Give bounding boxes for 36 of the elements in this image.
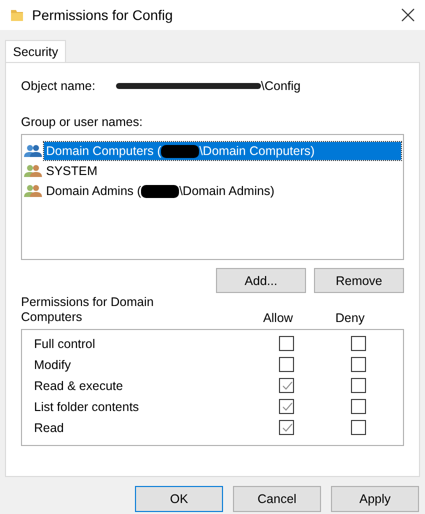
window-title: Permissions for Config [32, 7, 174, 23]
group-list-item[interactable]: Domain Computers ( \Domain Computers) [44, 142, 401, 160]
permissions-label: Permissions for Domain Computers [21, 295, 155, 325]
allow-checkbox[interactable] [279, 336, 294, 351]
deny-checkbox[interactable] [351, 336, 366, 351]
deny-checkbox[interactable] [351, 399, 366, 414]
tab[interactable]: Security [5, 40, 66, 62]
users-icon [24, 144, 42, 158]
deny-checkbox[interactable] [351, 420, 366, 435]
allow-checkbox[interactable] [279, 357, 294, 372]
permission-name: Read [34, 420, 65, 434]
object-name-label: Object name: [21, 79, 96, 93]
allow-checkbox[interactable] [279, 399, 294, 414]
group-list-label: Group or user names: [21, 115, 144, 129]
users-icon [24, 184, 42, 198]
object-name-value: \Config [261, 79, 301, 93]
folder-icon [10, 8, 24, 22]
group-list-item[interactable]: Domain Admins ( \Domain Admins) [44, 182, 401, 200]
dialog-button[interactable]: Apply [331, 486, 419, 512]
add-button[interactable]: Add... [216, 268, 306, 293]
permission-name: Full control [34, 336, 96, 350]
allow-checkbox[interactable] [279, 378, 294, 393]
permission-name: List folder contents [34, 400, 140, 414]
dialog-button[interactable]: OK [135, 486, 223, 512]
permission-name: Modify [34, 358, 72, 372]
close-icon[interactable] [401, 8, 415, 22]
allow-checkbox[interactable] [279, 420, 294, 435]
column-header: Allow [262, 311, 294, 325]
group-list-item[interactable]: SYSTEM [44, 162, 401, 180]
column-header: Deny [334, 311, 366, 325]
users-icon [24, 164, 42, 178]
deny-checkbox[interactable] [351, 357, 366, 372]
deny-checkbox[interactable] [351, 378, 366, 393]
permission-name: Read & execute [34, 378, 124, 392]
dialog-button[interactable]: Cancel [233, 486, 321, 512]
remove-button[interactable]: Remove [314, 268, 404, 293]
